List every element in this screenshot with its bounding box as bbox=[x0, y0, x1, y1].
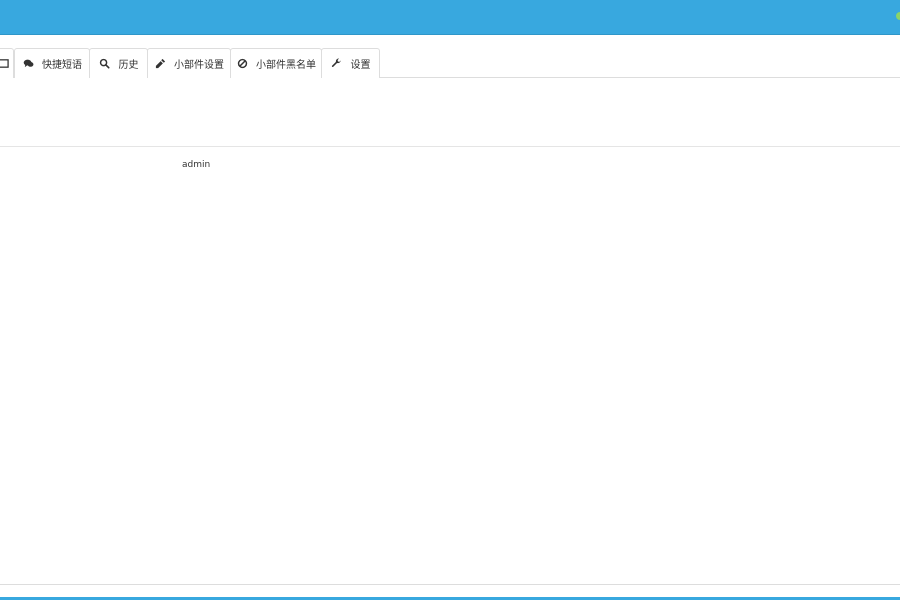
wrench-icon bbox=[331, 58, 343, 70]
tab-label: 历史 bbox=[118, 60, 139, 71]
top-header-bar bbox=[0, 0, 900, 35]
content-divider bbox=[0, 146, 900, 147]
tab-widget-blacklist[interactable]: 小部件黑名单 bbox=[230, 48, 322, 78]
tab-label: 小部件黑名单 bbox=[256, 60, 316, 71]
tab-label: 小部件设置 bbox=[174, 60, 224, 71]
online-status-indicator bbox=[896, 12, 900, 20]
tab-history[interactable]: 历史 bbox=[89, 48, 148, 78]
tab-settings[interactable]: 设置 bbox=[321, 48, 380, 78]
comments-icon bbox=[22, 58, 34, 70]
tab-quick-phrases[interactable]: 快捷短语 bbox=[14, 48, 90, 78]
search-icon bbox=[99, 58, 111, 70]
window-icon bbox=[0, 58, 9, 70]
tab-partial[interactable] bbox=[0, 48, 14, 78]
ban-icon bbox=[236, 58, 248, 70]
username-text: admin bbox=[182, 160, 211, 170]
tab-widget-settings[interactable]: 小部件设置 bbox=[147, 48, 231, 78]
tab-label: 快捷短语 bbox=[42, 60, 82, 71]
eyedropper-icon bbox=[154, 58, 166, 70]
tab-bar: 快捷短语 历史 小部件设置 小部件黑名单 设置 bbox=[0, 48, 900, 78]
footer-divider bbox=[0, 584, 900, 585]
tab-label: 设置 bbox=[350, 60, 371, 71]
